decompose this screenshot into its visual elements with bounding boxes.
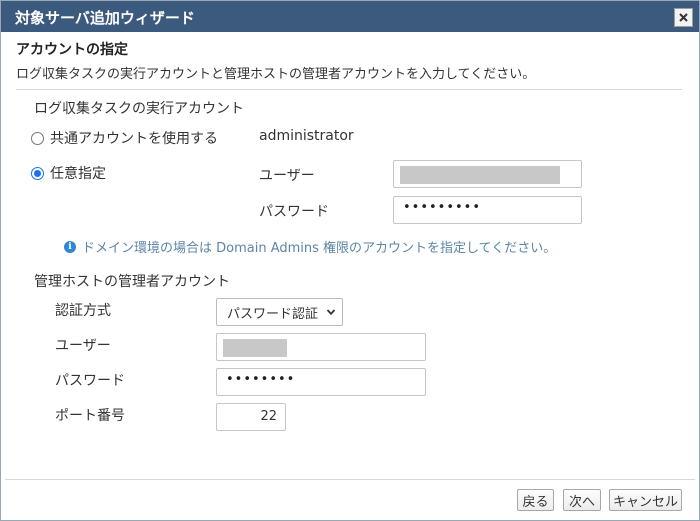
log-password-label: パスワード xyxy=(259,204,329,220)
title-bar: 対象サーバ追加ウィザード xyxy=(1,1,699,32)
next-button[interactable]: 次へ xyxy=(563,489,601,511)
auth-method-label: 認証方式 xyxy=(55,303,111,319)
radio-custom-account-label: 任意指定 xyxy=(50,166,106,182)
log-user-label: ユーザー xyxy=(259,168,315,184)
domain-info-text: ドメイン環境の場合は Domain Admins 権限のアカウントを指定してくだ… xyxy=(82,241,557,256)
port-input[interactable]: 22 xyxy=(216,403,286,431)
divider xyxy=(16,89,682,90)
admin-password-input[interactable]: •••••••• xyxy=(216,368,426,396)
wizard-dialog: 対象サーバ追加ウィザード アカウントの指定 ログ収集タスクの実行アカウントと管理… xyxy=(0,0,700,521)
admin-user-input[interactable] xyxy=(216,333,426,361)
chevron-down-icon xyxy=(326,309,336,316)
cancel-button[interactable]: キャンセル xyxy=(609,489,682,511)
window-title: 対象サーバ追加ウィザード xyxy=(15,9,195,27)
log-password-input[interactable]: ••••••••• xyxy=(393,196,582,224)
admin-user-label: ユーザー xyxy=(55,338,111,354)
close-button[interactable] xyxy=(674,8,693,27)
section-heading: アカウントの指定 xyxy=(16,42,128,58)
redacted-admin-user-value xyxy=(223,339,287,357)
footer-divider xyxy=(5,479,695,480)
close-icon xyxy=(679,13,688,22)
log-password-value: ••••••••• xyxy=(403,200,482,215)
port-value: 22 xyxy=(260,409,277,424)
admin-password-value: •••••••• xyxy=(226,372,296,387)
radio-common-account[interactable]: 共通アカウントを使用する xyxy=(31,128,218,148)
log-task-account-title: ログ収集タスクの実行アカウント xyxy=(34,101,244,117)
domain-info-message: i ドメイン環境の場合は Domain Admins 権限のアカウントを指定して… xyxy=(64,237,556,256)
log-user-input[interactable] xyxy=(393,160,582,188)
radio-custom-account-indicator[interactable] xyxy=(31,166,44,180)
radio-custom-account[interactable]: 任意指定 xyxy=(31,163,106,183)
section-description: ログ収集タスクの実行アカウントと管理ホストの管理者アカウントを入力してください。 xyxy=(16,67,536,82)
admin-account-title: 管理ホストの管理者アカウント xyxy=(34,274,230,290)
port-label: ポート番号 xyxy=(55,408,125,424)
common-account-value: administrator xyxy=(259,128,354,144)
back-button[interactable]: 戻る xyxy=(517,489,554,511)
info-icon: i xyxy=(64,240,76,253)
auth-method-select[interactable]: パスワード認証 xyxy=(216,298,343,326)
admin-password-label: パスワード xyxy=(55,373,125,389)
radio-common-account-label: 共通アカウントを使用する xyxy=(50,131,218,147)
auth-method-value: パスワード認証 xyxy=(227,306,319,322)
radio-common-account-indicator[interactable] xyxy=(31,131,44,145)
redacted-user-value xyxy=(400,166,560,184)
